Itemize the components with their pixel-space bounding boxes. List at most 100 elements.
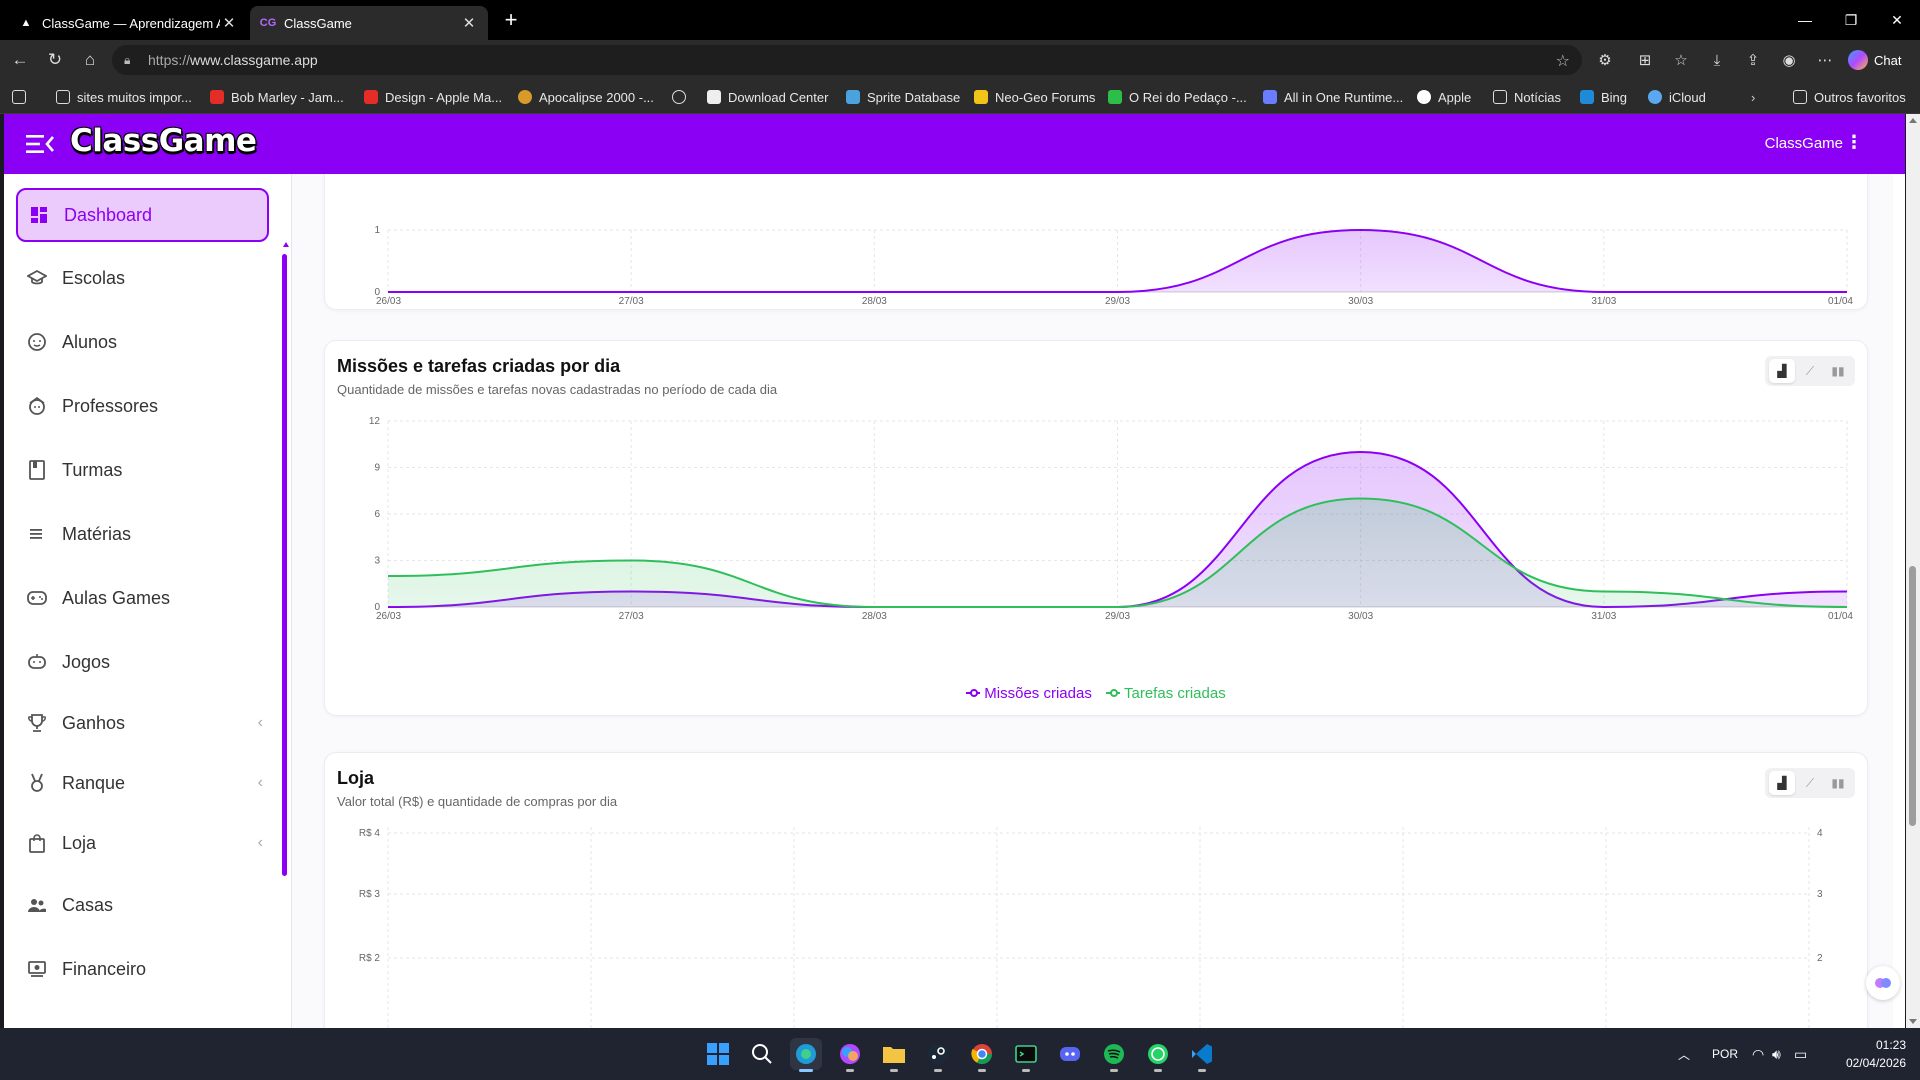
system-clock[interactable]: 01:23 02/04/2026: [1846, 1036, 1906, 1072]
sidebar-item-financeiro[interactable]: Financeiro: [16, 942, 269, 996]
sidebar-item-dashboard[interactable]: Dashboard: [16, 188, 269, 242]
new-tab-button[interactable]: +: [498, 8, 524, 34]
more-vertical-icon[interactable]: ⋮: [1845, 132, 1863, 153]
bookmark-item[interactable]: Sprite Database: [846, 88, 960, 106]
wifi-icon[interactable]: ◠: [1752, 1028, 1764, 1080]
volume-icon[interactable]: 🔊︎: [1772, 1028, 1781, 1080]
sidebar-item-loja[interactable]: Loja ‹: [16, 816, 269, 870]
close-tab-icon[interactable]: ✕: [220, 14, 238, 32]
bar-chart-icon[interactable]: ▮▮: [1825, 771, 1851, 795]
browser-tab-2[interactable]: CG ClassGame ✕: [250, 6, 488, 40]
bookmark-item[interactable]: Download Center: [707, 88, 828, 106]
sidebar-item-aulas-games[interactable]: Aulas Games: [16, 571, 269, 625]
sidebar-item-professores[interactable]: Professores: [16, 379, 269, 433]
ai-assistant-button[interactable]: [1866, 966, 1900, 1000]
split-screen-icon[interactable]: ⊞: [1634, 50, 1656, 72]
terminal-icon[interactable]: [1010, 1038, 1042, 1072]
bookmark-item[interactable]: Bing: [1580, 88, 1627, 106]
sidebar-item-ranque[interactable]: Ranque ‹: [16, 756, 269, 810]
browser-tab-1[interactable]: ▲ ClassGame — Aprendizagem Adaptativa ✕: [8, 6, 248, 40]
restore-icon[interactable]: ❐: [1828, 0, 1874, 40]
x-tick-label: 28/03: [862, 611, 887, 622]
close-window-icon[interactable]: ✕: [1874, 0, 1920, 40]
menu-collapse-icon[interactable]: [26, 132, 56, 156]
close-tab-icon[interactable]: ✕: [460, 14, 478, 32]
address-bar[interactable]: 🔒︎ https://www.classgame.app ☆: [112, 45, 1582, 75]
sidebar-item-escolas[interactable]: Escolas: [16, 251, 269, 305]
bookmark-item[interactable]: O Rei do Pedaço -...: [1108, 88, 1247, 106]
scroll-up-arrow[interactable]: [1909, 118, 1917, 123]
favorites-icon[interactable]: ☆: [1670, 50, 1692, 72]
page-scrollbar[interactable]: [1906, 114, 1920, 1028]
scroll-down-arrow[interactable]: [1909, 1019, 1917, 1024]
copilot-icon[interactable]: [834, 1038, 866, 1072]
language-indicator[interactable]: POR: [1712, 1028, 1738, 1080]
edge-icon[interactable]: [790, 1038, 822, 1072]
medal-icon: [26, 772, 48, 794]
whatsapp-icon[interactable]: [1142, 1038, 1174, 1072]
classgame-logo[interactable]: ClassGame: [70, 123, 257, 159]
sidebar-item-turmas[interactable]: Turmas: [16, 443, 269, 497]
downloads-icon[interactable]: ⤓: [1706, 50, 1728, 72]
minimize-icon[interactable]: —: [1782, 0, 1828, 40]
file-explorer-icon[interactable]: [878, 1038, 910, 1072]
sidebar-item-ganhos[interactable]: Ganhos ‹: [16, 696, 269, 750]
line-chart-icon[interactable]: ⟋: [1797, 359, 1823, 383]
discord-icon[interactable]: [1054, 1038, 1086, 1070]
search-icon[interactable]: [746, 1038, 778, 1070]
bookmark-item[interactable]: [672, 88, 693, 106]
header-user-name[interactable]: ClassGame: [1765, 135, 1843, 152]
copilot-chat-button[interactable]: Chat: [1848, 49, 1901, 71]
bookmark-item[interactable]: Notícias: [1493, 88, 1561, 106]
copilot-icon: [1848, 50, 1868, 70]
spotify-icon[interactable]: [1098, 1038, 1130, 1072]
app-header: ClassGame ClassGame ⋮: [4, 114, 1905, 174]
reload-icon[interactable]: ↻: [43, 48, 67, 72]
battery-icon[interactable]: ▭: [1794, 1028, 1807, 1080]
windows-start-icon[interactable]: [702, 1038, 734, 1070]
chevron-right-icon[interactable]: ›: [1751, 88, 1755, 106]
legend-item-missoes[interactable]: Missões criadas: [966, 685, 1092, 702]
sidebar-item-jogos[interactable]: Jogos: [16, 635, 269, 689]
chrome-icon[interactable]: [966, 1038, 998, 1072]
sidebar-scroll-up[interactable]: [283, 242, 289, 247]
scrollbar-thumb[interactable]: [1909, 566, 1916, 826]
bing-icon: [1580, 90, 1594, 104]
card-title: Missões e tarefas criadas por dia: [337, 356, 621, 376]
bookmark-item[interactable]: Bob Marley - Jam...: [210, 88, 344, 106]
bookmark-item[interactable]: Neo-Geo Forums: [974, 88, 1095, 106]
favorite-star-icon[interactable]: ☆: [1556, 51, 1570, 71]
vscode-icon[interactable]: [1186, 1038, 1218, 1072]
dashboard-icon: [28, 204, 50, 226]
area-chart-icon[interactable]: ▟: [1769, 771, 1795, 795]
sidebar-item-materias[interactable]: Matérias: [16, 507, 269, 561]
list-icon: [26, 523, 48, 545]
sidebar-item-alunos[interactable]: Alunos: [16, 315, 269, 369]
legend-item-tarefas[interactable]: Tarefas criadas: [1106, 685, 1226, 702]
steam-icon[interactable]: [922, 1038, 954, 1072]
browser-toolbar: ← ↻ ⌂ 🔒︎ https://www.classgame.app ☆ ⚙ ⊞…: [0, 40, 1920, 80]
sprite-icon: [846, 90, 860, 104]
profile-icon[interactable]: ◉: [1778, 50, 1800, 72]
bar-chart-icon[interactable]: ▮▮: [1825, 359, 1851, 383]
bookmark-item[interactable]: Apocalipse 2000 -...: [518, 88, 654, 106]
area-chart-icon[interactable]: ▟: [1769, 359, 1795, 383]
reading-list-icon[interactable]: [12, 88, 33, 106]
share-icon[interactable]: ⇪: [1742, 50, 1764, 72]
back-icon[interactable]: ←: [8, 48, 32, 72]
sidebar-scrollbar[interactable]: [282, 254, 287, 876]
extensions-icon[interactable]: ⚙: [1594, 50, 1616, 72]
home-icon[interactable]: ⌂: [78, 48, 102, 72]
other-favorites[interactable]: Outros favoritos: [1793, 88, 1906, 106]
bookmark-item[interactable]: sites muitos impor...: [56, 88, 192, 106]
sidebar-item-casas[interactable]: Casas: [16, 878, 269, 932]
bookmark-item[interactable]: Apple: [1417, 88, 1471, 106]
sidebar-item-label: Ganhos: [62, 712, 126, 733]
tray-overflow-icon[interactable]: ︿: [1678, 1028, 1690, 1080]
bookmark-item[interactable]: iCloud: [1648, 88, 1706, 106]
more-menu-icon[interactable]: ⋯: [1814, 50, 1836, 72]
line-chart-icon[interactable]: ⟋: [1797, 771, 1823, 795]
bookmark-item[interactable]: Design - Apple Ma...: [364, 88, 502, 106]
bookmark-item[interactable]: All in One Runtime...: [1263, 88, 1403, 106]
x-tick-label: 30/03: [1348, 296, 1373, 307]
